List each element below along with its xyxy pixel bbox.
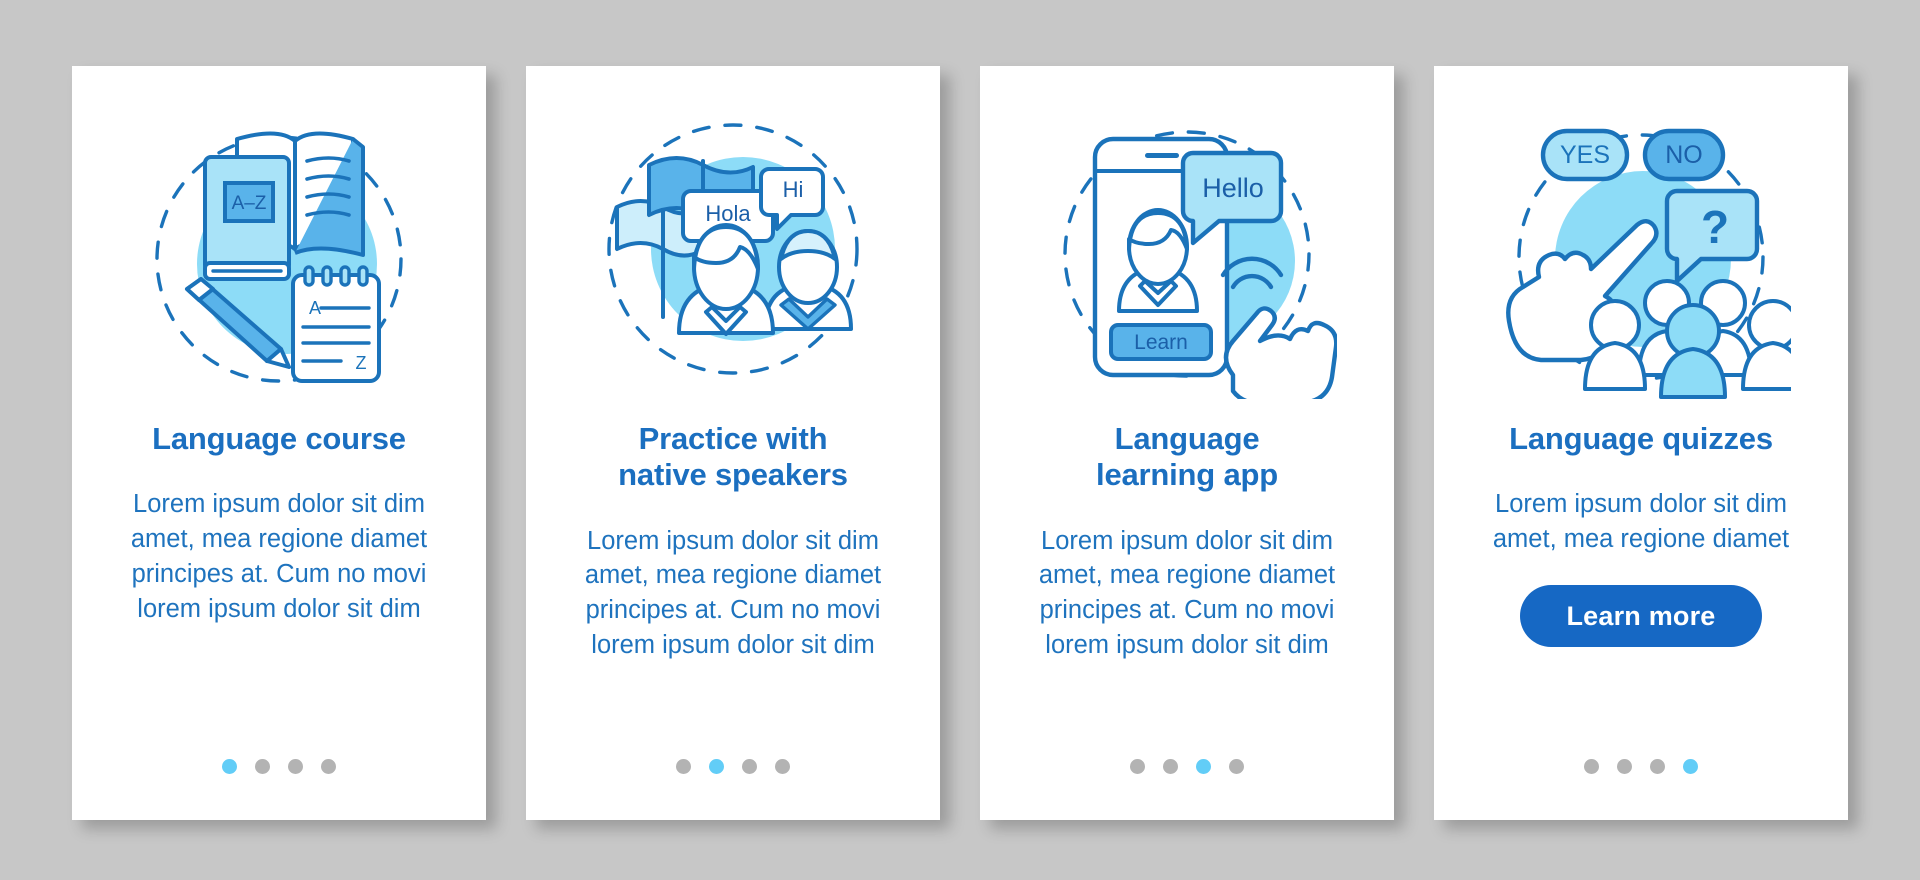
card-title-line2: learning app [1096, 457, 1278, 493]
quiz-hand-yes-no-people-icon: YES NO ? [1506, 128, 1791, 399]
pagination-dot-4[interactable] [775, 759, 790, 774]
description-line: lorem ipsum dolor sit dim [137, 595, 421, 624]
pagination-dot-1[interactable] [1584, 759, 1599, 774]
description-line: amet, mea regione diamet [1492, 525, 1790, 554]
description-line: amet, mea regione diamet [130, 525, 428, 554]
bubble-label-hola: Hola [705, 201, 751, 226]
pagination-dot-2[interactable] [709, 759, 724, 774]
book-dictionary-notepad-icon: A–Z A Z [155, 131, 403, 383]
pagination-dot-3[interactable] [742, 759, 757, 774]
card-description: Lorem ipsum dolor sit dim amet, mea regi… [557, 524, 909, 664]
bubble-label-hi: Hi [783, 177, 804, 202]
pagination-dot-3[interactable] [1196, 759, 1211, 774]
description-line: Lorem ipsum dolor sit dim [133, 490, 425, 519]
notepad-label-a: A [309, 298, 321, 318]
page-title: Language course [134, 421, 424, 457]
description-line: principes at. Cum no movi [1039, 596, 1335, 625]
onboarding-card-practice-native-speakers[interactable]: Hola Hi Practice with native speakers Lo… [526, 66, 940, 820]
chip-label-yes: YES [1560, 141, 1610, 169]
pagination-dots [526, 759, 940, 774]
cta-slot: Learn more [1520, 585, 1762, 648]
description-line: lorem ipsum dolor sit dim [591, 631, 875, 660]
smartphone-tap-hello-icon: Learn Hello [1063, 129, 1337, 399]
bubble-label-hello: Hello [1202, 173, 1264, 203]
illustration-slot: Learn Hello [980, 66, 1394, 421]
pagination-dot-2[interactable] [255, 759, 270, 774]
description-line: amet, mea regione diamet [584, 561, 882, 590]
book-label-az: A–Z [232, 193, 267, 214]
pagination-dot-1[interactable] [222, 759, 237, 774]
pagination-dot-1[interactable] [1130, 759, 1145, 774]
page-title: Language quizzes [1491, 421, 1791, 457]
illustration-slot: A–Z A Z [72, 66, 486, 421]
flags-people-speech-bubbles-icon: Hola Hi [607, 122, 859, 375]
illustration-slot: Hola Hi [526, 66, 940, 421]
card-description: Lorem ipsum dolor sit dim amet, mea regi… [1465, 487, 1817, 557]
description-line: principes at. Cum no movi [131, 560, 427, 589]
description-line: amet, mea regione diamet [1038, 561, 1336, 590]
description-line: principes at. Cum no movi [585, 596, 881, 625]
onboarding-screens-board: A–Z A Z Language course Lorem ipsum dolo… [0, 0, 1920, 880]
card-description: Lorem ipsum dolor sit dim amet, mea regi… [103, 487, 455, 627]
page-title: Language learning app [1078, 421, 1296, 494]
pagination-dots [1434, 759, 1848, 774]
card-title-line1: Practice with [638, 421, 828, 456]
pagination-dot-2[interactable] [1163, 759, 1178, 774]
onboarding-card-language-quizzes[interactable]: YES NO ? Language quizzes Lorem ipsum do… [1434, 66, 1848, 820]
onboarding-card-language-course[interactable]: A–Z A Z Language course Lorem ipsum dolo… [72, 66, 486, 820]
pagination-dot-2[interactable] [1617, 759, 1632, 774]
card-title-line2: native speakers [618, 457, 848, 493]
page-title: Practice with native speakers [600, 421, 866, 494]
notepad-label-z: Z [356, 353, 367, 373]
pagination-dot-3[interactable] [288, 759, 303, 774]
description-line: lorem ipsum dolor sit dim [1045, 631, 1329, 660]
pagination-dot-1[interactable] [676, 759, 691, 774]
pagination-dot-3[interactable] [1650, 759, 1665, 774]
description-line: Lorem ipsum dolor sit dim [1495, 490, 1787, 519]
pagination-dot-4[interactable] [321, 759, 336, 774]
bubble-label-question: ? [1701, 201, 1729, 253]
card-title-line1: Language course [152, 421, 406, 456]
description-line: Lorem ipsum dolor sit dim [1041, 526, 1333, 555]
card-title-line1: Language [1114, 421, 1260, 456]
pagination-dot-4[interactable] [1229, 759, 1244, 774]
illustration-slot: YES NO ? [1434, 66, 1848, 421]
chip-label-no: NO [1665, 141, 1703, 169]
card-title-line1: Language quizzes [1509, 421, 1773, 456]
learn-more-button[interactable]: Learn more [1520, 585, 1762, 648]
pagination-dot-4[interactable] [1683, 759, 1698, 774]
card-description: Lorem ipsum dolor sit dim amet, mea regi… [1011, 524, 1363, 664]
pagination-dots [72, 759, 486, 774]
description-line: Lorem ipsum dolor sit dim [587, 526, 879, 555]
onboarding-card-language-learning-app[interactable]: Learn Hello Language learning app Lorem [980, 66, 1394, 820]
pagination-dots [980, 759, 1394, 774]
phone-button-label-learn: Learn [1134, 331, 1188, 354]
